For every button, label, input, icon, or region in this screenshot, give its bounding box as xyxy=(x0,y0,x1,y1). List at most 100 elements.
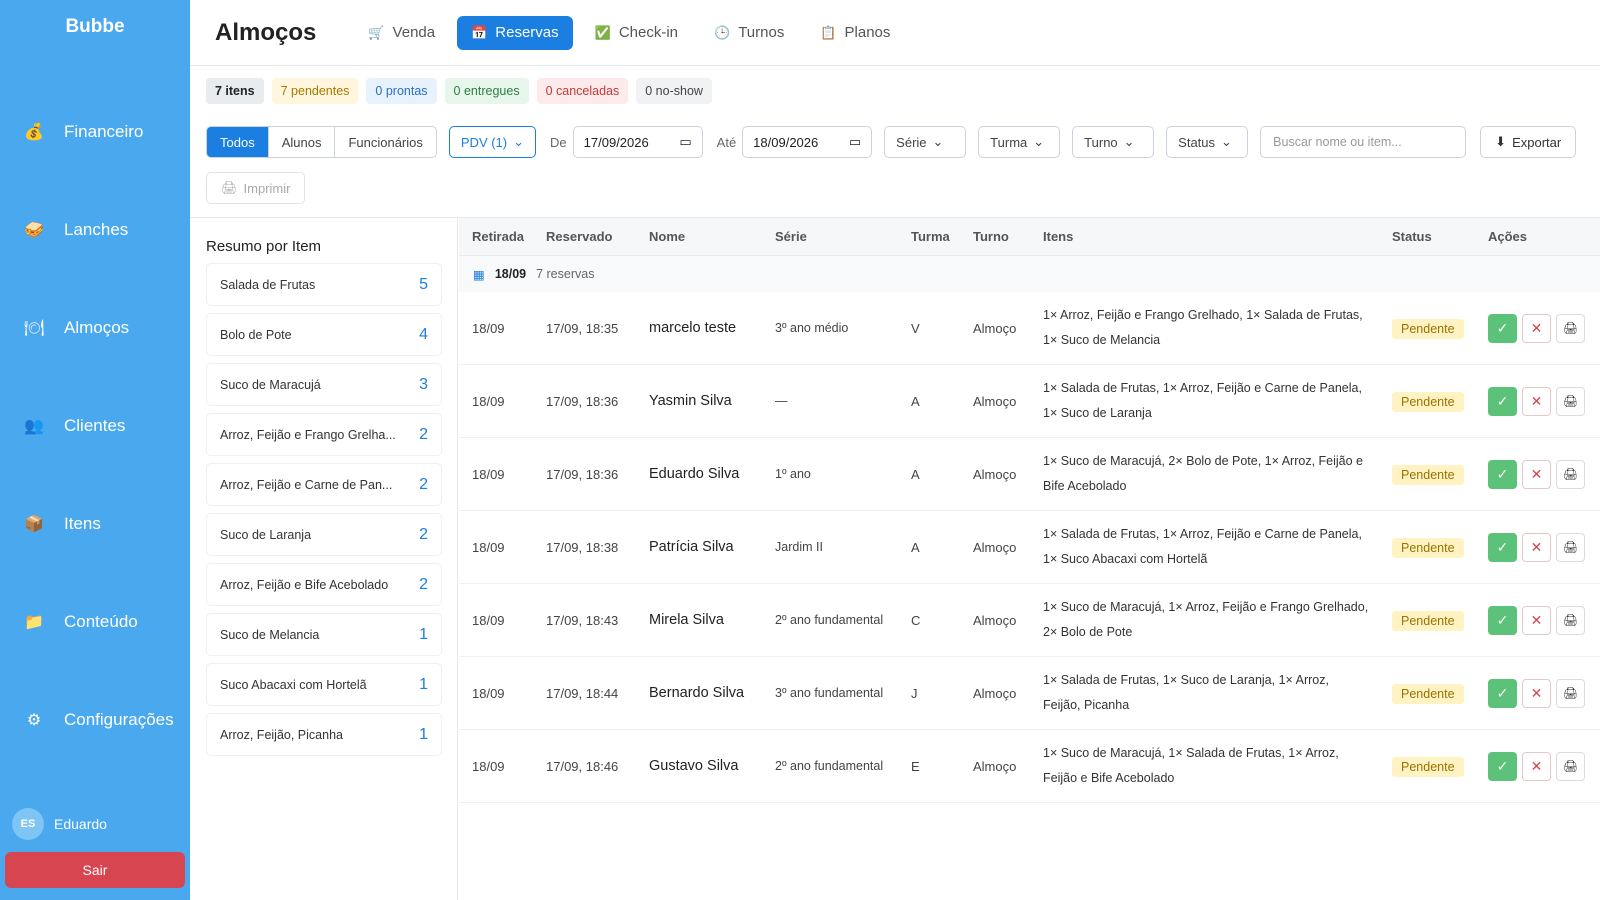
table-row: 18/09 17/09, 18:38 Patrícia Silva Jardim II… xyxy=(459,511,1600,584)
confirm-button[interactable]: ✓ xyxy=(1488,313,1517,343)
cancel-button[interactable]: ✕ xyxy=(1522,751,1551,781)
printer-icon: 🖨 xyxy=(1562,540,1579,554)
col-turma[interactable]: Turma xyxy=(898,229,960,244)
filter-todos[interactable]: Todos xyxy=(207,127,269,157)
turno-dropdown[interactable]: Turno ⌄ xyxy=(1072,126,1155,158)
tab-venda[interactable]: 🛒 Venda xyxy=(354,16,449,50)
tab-label: Venda xyxy=(392,24,436,41)
summary-item: Arroz, Feijão e Carne de Pan... 2 xyxy=(206,463,442,506)
count-cancelled-badge[interactable]: 0 canceladas xyxy=(536,78,629,104)
print-row-button[interactable]: 🖨 xyxy=(1556,459,1585,489)
col-serie[interactable]: Série xyxy=(762,229,898,244)
tab-check-in[interactable]: ✅ Check-in xyxy=(581,16,692,50)
user-profile[interactable]: ES Eduardo xyxy=(12,808,107,840)
sidebar-item-clientes[interactable]: 👥 Clientes xyxy=(20,406,125,446)
confirm-button[interactable]: ✓ xyxy=(1488,386,1517,416)
status-dropdown[interactable]: Status ⌄ xyxy=(1166,126,1249,158)
count-ready-badge[interactable]: 0 prontas xyxy=(366,78,437,104)
from-date-input[interactable]: 17/09/2026 ▭ xyxy=(572,126,703,158)
cell-itens: 1× Salada de Frutas, 1× Arroz, Feijão e … xyxy=(1043,527,1362,566)
print-row-button[interactable]: 🖨 xyxy=(1556,532,1585,562)
print-row-button[interactable]: 🖨 xyxy=(1556,386,1585,416)
serie-dropdown[interactable]: Série ⌄ xyxy=(884,126,967,158)
sidebar-item-conteudo[interactable]: 📁 Conteúdo xyxy=(20,602,138,642)
col-status[interactable]: Status xyxy=(1379,229,1475,244)
turma-dropdown[interactable]: Turma ⌄ xyxy=(978,126,1061,158)
summary-item-qty: 1 xyxy=(419,625,428,643)
cell-nome: marcelo teste xyxy=(649,320,737,336)
summary-item-qty: 1 xyxy=(419,675,428,693)
print-row-button[interactable]: 🖨 xyxy=(1556,678,1585,708)
cell-itens: 1× Suco de Maracujá, 2× Bolo de Pote, 1×… xyxy=(1043,454,1363,493)
to-date-input[interactable]: 18/09/2026 ▭ xyxy=(742,126,873,158)
count-delivered-badge[interactable]: 0 entregues xyxy=(444,78,529,104)
col-reservado[interactable]: Reservado xyxy=(533,229,636,244)
sidebar-item-almocos[interactable]: 🍽 Almoços xyxy=(20,308,129,348)
col-retirada[interactable]: Retirada xyxy=(459,229,533,244)
cell-acoes: ✓ ✕ 🖨 xyxy=(1475,532,1585,562)
count-pending-badge[interactable]: 7 pendentes xyxy=(271,78,359,104)
sidebar-item-configuracoes[interactable]: ⚙ Configurações xyxy=(20,700,174,740)
export-button[interactable]: ⬇ Exportar xyxy=(1480,126,1577,158)
cell-serie: Jardim II xyxy=(775,540,823,554)
export-icon: ⬇ xyxy=(1495,134,1507,149)
close-icon: ✕ xyxy=(1530,392,1543,409)
cell-retirada: 18/09 xyxy=(472,393,505,409)
tab-turnos[interactable]: 🕒 Turnos xyxy=(700,16,798,50)
print-row-button[interactable]: 🖨 xyxy=(1556,605,1585,635)
page-title: Almoços xyxy=(215,18,317,46)
cell-retirada: 18/09 xyxy=(472,466,505,482)
tab-planos[interactable]: 📋 Planos xyxy=(806,16,904,50)
print-button[interactable]: 🖨 Imprimir xyxy=(206,172,306,204)
summary-item: Arroz, Feijão e Frango Grelha... 2 xyxy=(206,413,442,456)
col-turno[interactable]: Turno xyxy=(960,229,1030,244)
to-date-value: 18/09/2026 xyxy=(753,134,819,150)
cell-nome: Eduardo Silva xyxy=(649,466,740,482)
cell-itens: 1× Salada de Frutas, 1× Arroz, Feijão e … xyxy=(1043,381,1362,420)
cell-retirada: 18/09 xyxy=(472,685,505,701)
sidebar-item-lanches[interactable]: 🥪 Lanches xyxy=(20,210,128,250)
confirm-button[interactable]: ✓ xyxy=(1488,751,1517,781)
top-bar: Almoços 🛒 Venda 📅 Reservas ✅ Check-in 🕒 … xyxy=(190,0,1600,66)
cancel-button[interactable]: ✕ xyxy=(1522,605,1551,635)
main-content: Almoços 🛒 Venda 📅 Reservas ✅ Check-in 🕒 … xyxy=(190,0,1600,900)
confirm-button[interactable]: ✓ xyxy=(1488,605,1517,635)
summary-item-qty: 2 xyxy=(419,525,428,543)
sidebar-item-financeiro[interactable]: 💰 Financeiro xyxy=(20,112,143,152)
count-noshow-badge[interactable]: 0 no-show xyxy=(636,78,712,104)
confirm-button[interactable]: ✓ xyxy=(1488,459,1517,489)
cancel-button[interactable]: ✕ xyxy=(1522,386,1551,416)
status-label: Status xyxy=(1178,134,1216,150)
cancel-button[interactable]: ✕ xyxy=(1522,459,1551,489)
print-row-button[interactable]: 🖨 xyxy=(1556,313,1585,343)
col-nome[interactable]: Nome xyxy=(636,229,762,244)
search-input[interactable]: Buscar nome ou item... xyxy=(1260,126,1467,158)
tab-reservas[interactable]: 📅 Reservas xyxy=(457,15,573,50)
col-itens[interactable]: Itens xyxy=(1030,229,1379,244)
cell-status: Pendente xyxy=(1379,318,1475,339)
cancel-button[interactable]: ✕ xyxy=(1522,678,1551,708)
count-items-badge[interactable]: 7 itens xyxy=(206,78,264,104)
cancel-button[interactable]: ✕ xyxy=(1522,313,1551,343)
filter-alunos[interactable]: Alunos xyxy=(269,127,336,157)
cell-turno: Almoço xyxy=(973,758,1017,774)
logout-button[interactable]: Sair xyxy=(5,852,185,888)
summary-item-name: Arroz, Feijão e Frango Grelha... xyxy=(220,427,396,442)
filter-funcionarios[interactable]: Funcionários xyxy=(335,127,435,157)
date-group-header[interactable]: ▦ 18/09 7 reservas xyxy=(459,256,1600,292)
print-row-button[interactable]: 🖨 xyxy=(1556,751,1585,781)
pdv-dropdown[interactable]: PDV (1) ⌄ xyxy=(448,126,537,158)
gear-icon: ⚙ xyxy=(26,712,42,729)
confirm-button[interactable]: ✓ xyxy=(1488,678,1517,708)
tab-label: Check-in xyxy=(618,24,679,41)
summary-item-qty: 1 xyxy=(419,725,428,743)
cell-reservado: 17/09, 18:43 xyxy=(546,612,619,628)
confirm-button[interactable]: ✓ xyxy=(1488,532,1517,562)
plate-icon: 🍽 xyxy=(23,320,45,337)
table-row: 18/09 17/09, 18:36 Eduardo Silva 1º ano A Alm… xyxy=(459,438,1600,511)
cancel-button[interactable]: ✕ xyxy=(1522,532,1551,562)
sidebar-item-itens[interactable]: 📦 Itens xyxy=(20,504,101,544)
table-row: 18/09 17/09, 18:44 Bernardo Silva 3º ano fu… xyxy=(459,657,1600,730)
tab-label: Planos xyxy=(844,24,891,41)
status-badge: Pendente xyxy=(1392,391,1464,412)
